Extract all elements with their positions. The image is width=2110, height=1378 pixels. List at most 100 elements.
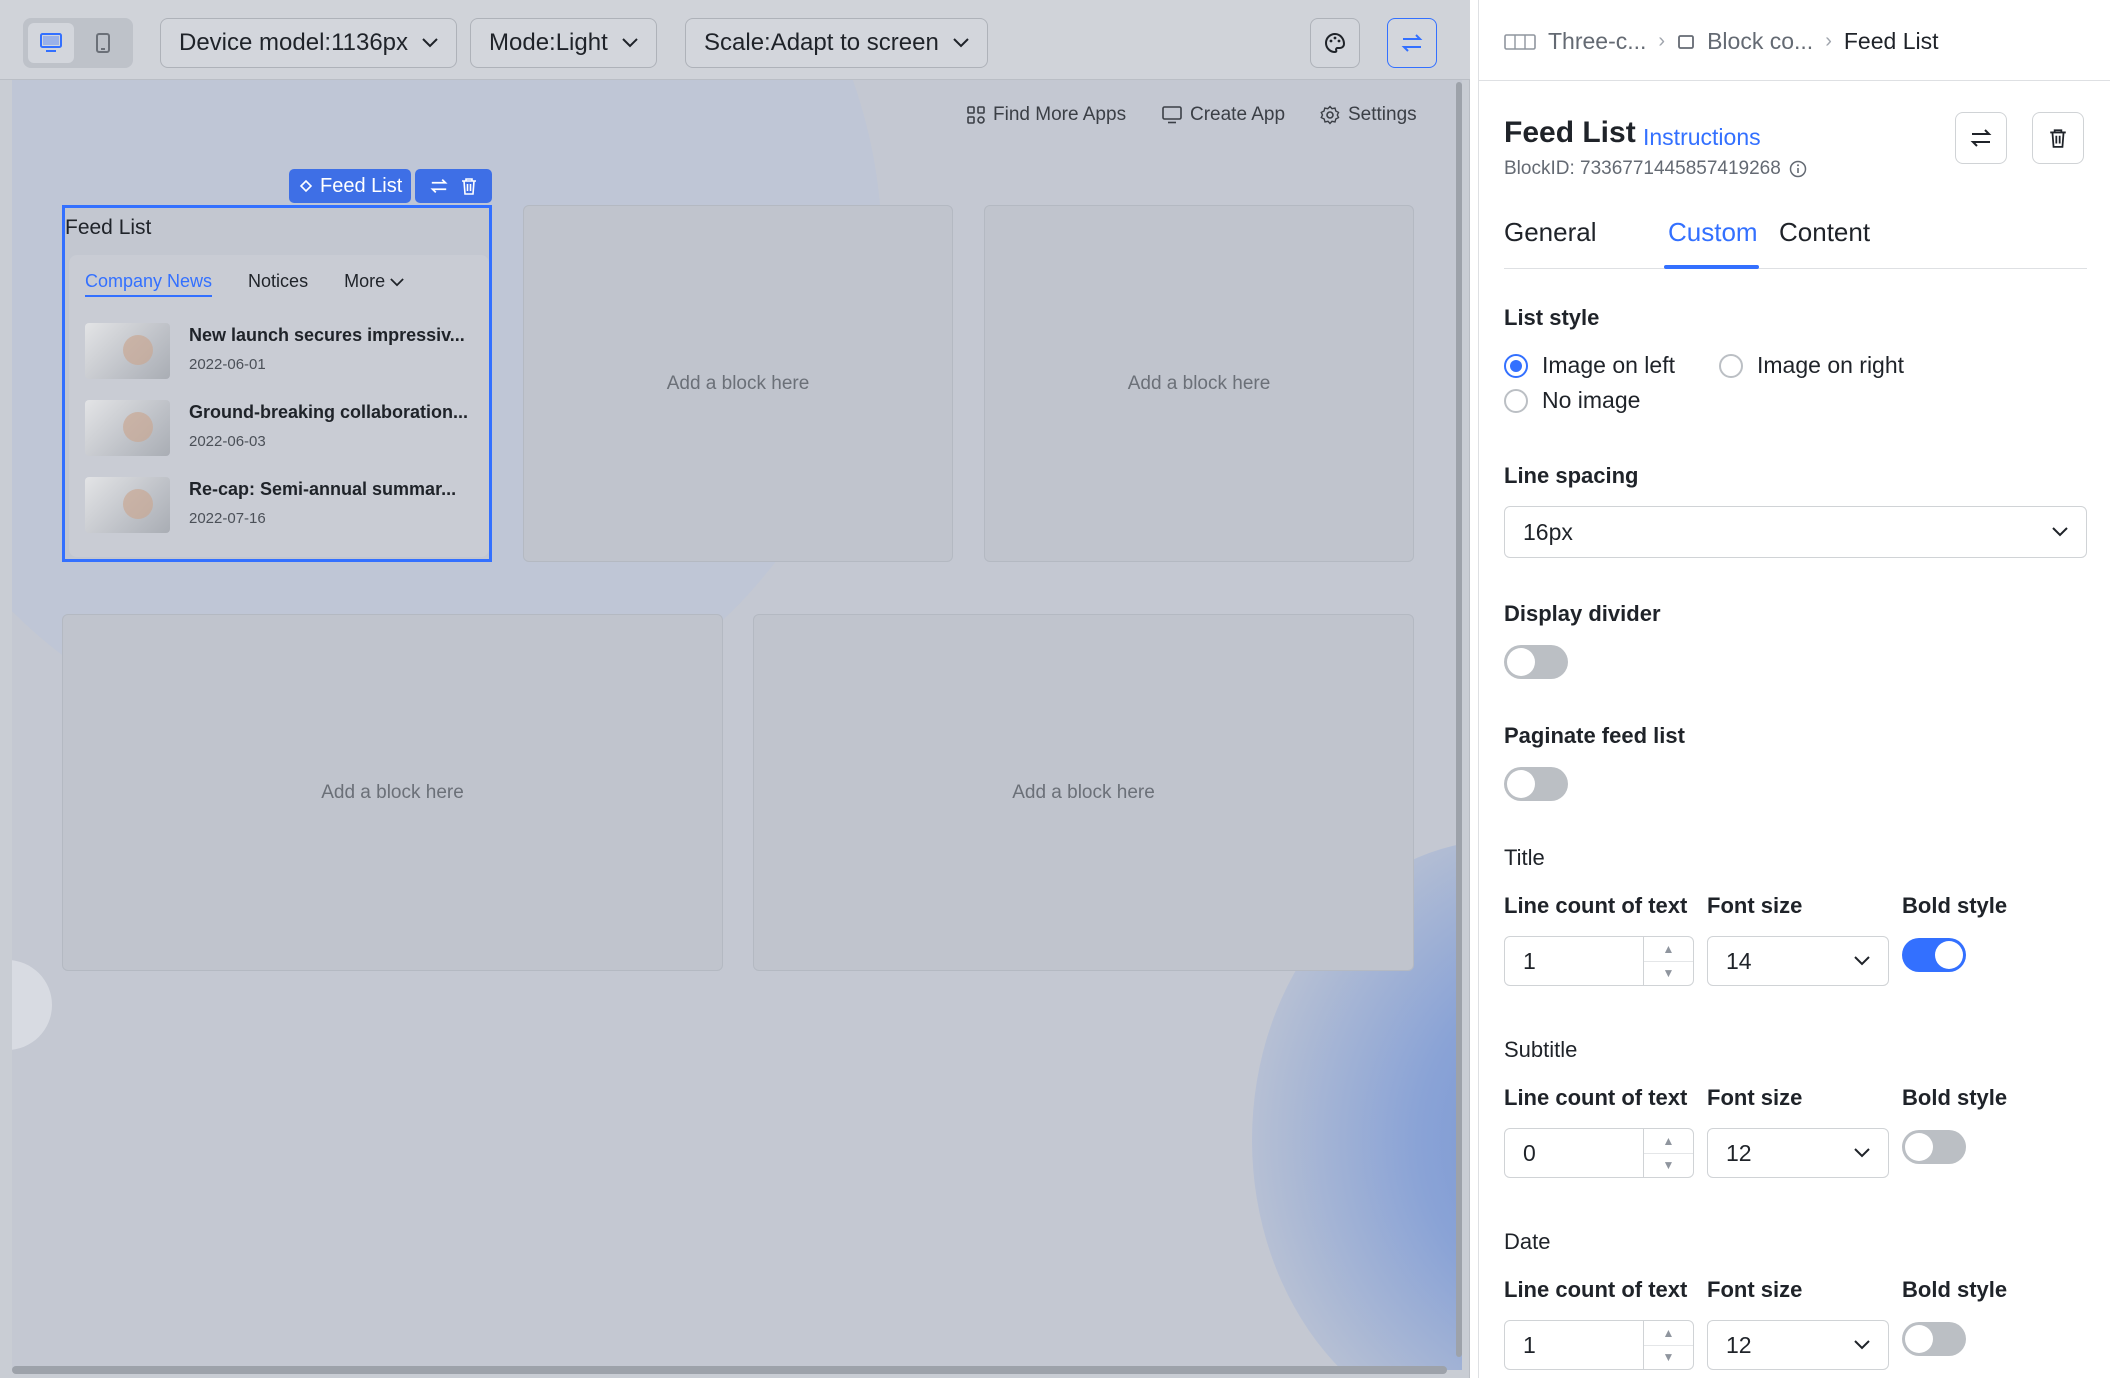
font-size-label: Font size [1707, 1277, 1803, 1302]
instructions-link[interactable]: Instructions [1643, 124, 1761, 151]
stepper-up-icon[interactable]: ▲ [1644, 937, 1693, 962]
device-model-select[interactable]: Device model:1136px [160, 18, 458, 68]
subtitle-line-count-input[interactable]: 0 ▲ ▼ [1504, 1128, 1694, 1178]
tab-general[interactable]: General [1504, 217, 1597, 248]
input-value: 1 [1523, 947, 1536, 974]
empty-slot-label: Add a block here [1127, 372, 1271, 394]
tab-content[interactable]: Content [1779, 217, 1870, 248]
desktop-view-button[interactable] [28, 23, 74, 63]
block-type-tag[interactable]: Feed List [289, 169, 412, 203]
bold-style-label: Bold style [1902, 1085, 2008, 1110]
feed-block-title: Feed List [65, 216, 152, 239]
swap-icon[interactable] [430, 178, 448, 194]
scale-select[interactable]: Scale:Adapt to screen [685, 18, 988, 68]
feed-tab-more[interactable]: More [344, 271, 404, 297]
apps-icon [967, 106, 985, 124]
feed-item[interactable]: New launch secures impressiv... 2022-06-… [85, 323, 485, 379]
settings-label: Settings [1348, 104, 1417, 125]
chevron-down-icon [953, 38, 969, 48]
title-font-size-select[interactable]: 14 [1707, 936, 1889, 986]
line-spacing-label: Line spacing [1504, 463, 1639, 488]
breadcrumb-separator: › [1658, 30, 1666, 52]
device-toggle [23, 18, 133, 68]
mode-select[interactable]: Mode:Light [470, 18, 657, 68]
vertical-scrollbar[interactable] [1456, 82, 1462, 1357]
stepper-up-icon[interactable]: ▲ [1644, 1129, 1693, 1154]
font-size-label: Font size [1707, 1085, 1803, 1110]
breadcrumb-current: Feed List [1843, 28, 1939, 54]
empty-block-slot[interactable]: Add a block here [984, 205, 1414, 562]
paginate-toggle[interactable] [1504, 767, 1568, 801]
subtitle-font-size-select[interactable]: 12 [1707, 1128, 1889, 1178]
trash-icon[interactable] [461, 177, 477, 195]
radio-label: No image [1542, 387, 1641, 413]
mobile-view-button[interactable] [80, 23, 126, 63]
date-line-count-input[interactable]: 1 ▲ ▼ [1504, 1320, 1694, 1370]
feed-item-image [85, 477, 170, 533]
empty-slot-label: Add a block here [321, 781, 464, 803]
quantity-stepper[interactable]: ▲ ▼ [1643, 937, 1693, 985]
trash-icon [2050, 129, 2066, 148]
theme-button[interactable] [1310, 18, 1360, 68]
settings-link[interactable]: Settings [1320, 104, 1417, 126]
line-spacing-select[interactable]: 16px [1504, 506, 2087, 558]
quantity-stepper[interactable]: ▲ ▼ [1643, 1321, 1693, 1369]
line-count-label: Line count of text [1504, 1085, 1688, 1110]
feed-tab-company-news[interactable]: Company News [85, 271, 213, 297]
replace-block-button[interactable] [1955, 112, 2007, 164]
mobile-icon [96, 33, 110, 53]
feed-item-title: Re-cap: Semi-annual summar... [189, 479, 457, 499]
subtitle-bold-toggle[interactable] [1902, 1130, 1966, 1164]
feed-item-title: New launch secures impressiv... [189, 325, 465, 345]
quantity-stepper[interactable]: ▲ ▼ [1643, 1129, 1693, 1177]
feed-tabs: Company News Notices More [85, 271, 404, 297]
stepper-down-icon[interactable]: ▼ [1644, 1346, 1693, 1370]
breadcrumb-item[interactable]: Block co... [1707, 28, 1813, 55]
stepper-down-icon[interactable]: ▼ [1644, 962, 1693, 986]
list-style-label: List style [1504, 305, 1600, 330]
feed-item[interactable]: Re-cap: Semi-annual summar... 2022-07-16 [85, 477, 485, 533]
input-value: 1 [1523, 1331, 1536, 1358]
line-spacing-value: 16px [1523, 518, 1573, 545]
active-tab-indicator [1664, 265, 1759, 269]
empty-block-slot[interactable]: Add a block here [523, 205, 953, 562]
stepper-up-icon[interactable]: ▲ [1644, 1321, 1693, 1346]
tab-custom[interactable]: Custom [1668, 217, 1758, 248]
horizontal-scrollbar[interactable] [12, 1366, 1447, 1374]
settings-panel: Three-c... › Block co... › Feed List Fee… [1478, 0, 2110, 1378]
radio-no-image[interactable]: No image [1504, 387, 1640, 414]
radio-image-on-left[interactable]: Image on left [1504, 352, 1675, 379]
switch-panel-button[interactable] [1387, 18, 1437, 68]
input-value: 0 [1523, 1139, 1536, 1166]
date-bold-toggle[interactable] [1902, 1322, 1966, 1356]
breadcrumb-item[interactable]: Three-c... [1548, 28, 1646, 55]
title-line-count-input[interactable]: 1 ▲ ▼ [1504, 936, 1694, 986]
feed-item-date: 2022-06-03 [189, 433, 266, 450]
title-bold-toggle[interactable] [1902, 938, 1966, 972]
font-size-label: Font size [1707, 893, 1803, 918]
square-icon [1678, 34, 1694, 49]
desktop-icon [40, 33, 62, 52]
radio-label: Image on left [1542, 352, 1675, 378]
chevron-down-icon [1854, 1340, 1870, 1350]
stepper-down-icon[interactable]: ▼ [1644, 1154, 1693, 1178]
chevron-down-icon [422, 38, 438, 48]
empty-block-slot[interactable]: Add a block here [753, 614, 1414, 971]
paginate-label: Paginate feed list [1504, 723, 1685, 748]
create-app-link[interactable]: Create App [1162, 104, 1285, 126]
info-icon[interactable] [1789, 160, 1807, 178]
feed-list-block[interactable]: Feed List Company News Notices More New … [62, 205, 492, 562]
find-more-apps-link[interactable]: Find More Apps [967, 104, 1126, 126]
date-font-size-select[interactable]: 12 [1707, 1320, 1889, 1370]
delete-block-button[interactable] [2032, 112, 2084, 164]
chevron-down-icon [622, 38, 638, 48]
feed-item[interactable]: Ground-breaking collaboration... 2022-06… [85, 400, 485, 456]
block-id: BlockID: 7336771445857419268 [1504, 158, 1807, 180]
feed-tab-notices[interactable]: Notices [248, 271, 308, 297]
display-divider-toggle[interactable] [1504, 645, 1568, 679]
empty-block-slot[interactable]: Add a block here [62, 614, 723, 971]
bold-style-label: Bold style [1902, 1277, 2008, 1302]
feed-item-date: 2022-07-16 [189, 510, 266, 527]
chevron-down-icon [390, 278, 404, 287]
radio-image-on-right[interactable]: Image on right [1719, 352, 1904, 379]
